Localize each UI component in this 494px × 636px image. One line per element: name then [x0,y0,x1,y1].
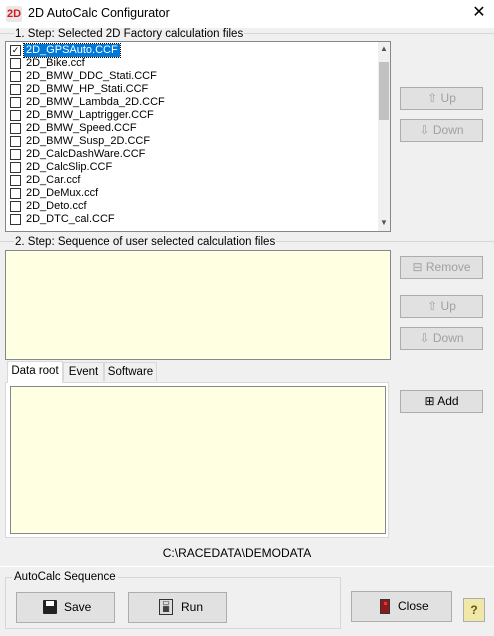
step2-label: 2. Step: Sequence of user selected calcu… [14,236,277,248]
window-title: 2D AutoCalc Configurator [28,6,170,20]
file-checkbox[interactable] [10,97,21,108]
add-icon: ⊞ [424,394,435,408]
file-name: 2D_BMW_HP_Stati.CCF [26,83,149,95]
tab-event[interactable]: Event [63,362,104,381]
data-root-list[interactable] [10,386,386,534]
file-name: 2D_Deto.ccf [26,200,87,212]
title-bar: 2D 2D AutoCalc Configurator ✕ [0,0,494,28]
list-item[interactable]: 2D_BMW_HP_Stati.CCF [6,83,372,96]
file-name: 2D_BMW_Laptrigger.CCF [26,109,154,121]
tab-panel [5,382,389,538]
file-checkbox[interactable] [10,201,21,212]
file-checkbox[interactable] [10,84,21,95]
file-name: 2D_Car.ccf [26,174,81,186]
file-name: 2D_BMW_DDC_Stati.CCF [26,70,157,82]
data-path: C:\RACEDATA\DEMODATA [162,546,312,560]
list-item[interactable]: 2D_BMW_Lambda_2D.CCF [6,96,372,109]
help-button[interactable]: ? [463,598,485,622]
file-name: 2D_Bike.ccf [26,57,85,69]
user-sequence-list[interactable] [5,250,391,360]
file-checkbox[interactable] [10,188,21,199]
file-name: 2D_BMW_Speed.CCF [26,122,137,134]
step2-up-label: Up [440,299,456,313]
step2-down-label: Down [432,331,464,345]
run-button[interactable]: ▭ ▦ Run [128,592,227,623]
list-item[interactable]: 2D_BMW_Laptrigger.CCF [6,109,372,122]
step1-label: 1. Step: Selected 2D Factory calculation… [14,28,245,40]
floppy-disk-icon [43,600,57,614]
save-button[interactable]: Save [16,592,115,623]
list-scrollbar[interactable]: ▲ ▼ [378,42,390,231]
step2-up-button[interactable]: ⇧ Up [400,295,483,318]
scroll-down-icon[interactable]: ▼ [378,216,390,230]
step1-down-button[interactable]: ⇩ Down [400,119,483,142]
list-item[interactable]: ✓ 2D_GPSAuto.CCF [6,43,372,58]
tab-software[interactable]: Software [104,362,157,381]
app-logo-icon: 2D [6,6,22,22]
step2-down-button[interactable]: ⇩ Down [400,327,483,350]
file-name: 2D_DeMux.ccf [26,187,99,199]
file-checkbox[interactable] [10,110,21,121]
file-checkbox[interactable] [10,136,21,147]
file-name: 2D_GPSAuto.CCF [23,43,121,58]
file-name: 2D_DTC_cal.CCF [26,213,115,225]
list-item[interactable]: 2D_Bike.ccf [6,57,372,70]
help-icon: ? [470,603,478,617]
list-item[interactable]: 2D_Car.ccf [6,174,372,187]
file-checkbox[interactable]: ✓ [10,45,21,56]
add-label: Add [437,394,459,408]
window-close-button[interactable]: ✕ [466,2,492,24]
close-label: Close [398,599,429,613]
list-item[interactable]: 2D_BMW_Speed.CCF [6,122,372,135]
list-item[interactable]: 2D_BMW_Susp_2D.CCF [6,135,372,148]
add-button[interactable]: ⊞ Add [400,390,483,413]
list-item[interactable]: 2D_CalcSlip.CCF [6,161,372,174]
file-name: 2D_CalcDashWare.CCF [26,148,146,160]
arrow-down-icon: ⇩ [419,331,430,345]
list-item[interactable]: 2D_DTC_cal.CCF [6,213,372,226]
list-item-clipped[interactable] [6,226,372,231]
close-button[interactable]: Close [351,591,452,622]
file-name: 2D_BMW_Lambda_2D.CCF [26,96,165,108]
list-item[interactable]: 2D_Deto.ccf [6,200,372,213]
arrow-up-icon: ⇧ [427,299,438,313]
file-name: 2D_CalcSlip.CCF [26,161,113,173]
step1-up-button[interactable]: ⇧ Up [400,87,483,110]
sequence-label: AutoCalc Sequence [12,571,118,583]
remove-button[interactable]: ⊟ Remove [400,256,483,279]
file-checkbox[interactable] [10,214,21,225]
list-item[interactable]: 2D_CalcDashWare.CCF [6,148,372,161]
list-item[interactable]: 2D_DeMux.ccf [6,187,372,200]
arrow-up-icon: ⇧ [427,91,438,105]
list-item[interactable]: 2D_BMW_DDC_Stati.CCF [6,70,372,83]
separator [0,566,494,567]
scroll-up-icon[interactable]: ▲ [378,42,390,56]
exit-door-icon [380,599,390,614]
run-label: Run [181,600,204,614]
calculator-icon: ▭ ▦ [159,599,173,615]
remove-icon: ⊟ [412,260,423,274]
file-checkbox[interactable] [10,175,21,186]
remove-label: Remove [425,260,471,274]
step1-down-label: Down [432,123,464,137]
file-checkbox[interactable] [10,58,21,69]
arrow-down-icon: ⇩ [419,123,430,137]
step1-up-label: Up [440,91,456,105]
save-label: Save [64,600,92,614]
file-checkbox[interactable] [10,123,21,134]
scroll-thumb[interactable] [379,62,389,120]
file-checkbox[interactable] [10,71,21,82]
tab-data-root[interactable]: Data root [7,361,63,383]
file-checkbox[interactable] [10,149,21,160]
file-name: 2D_BMW_Susp_2D.CCF [26,135,151,147]
file-checkbox[interactable] [10,162,21,173]
factory-files-list[interactable]: ✓ 2D_GPSAuto.CCF 2D_Bike.ccf 2D_BMW_DDC_Sta… [5,41,391,232]
